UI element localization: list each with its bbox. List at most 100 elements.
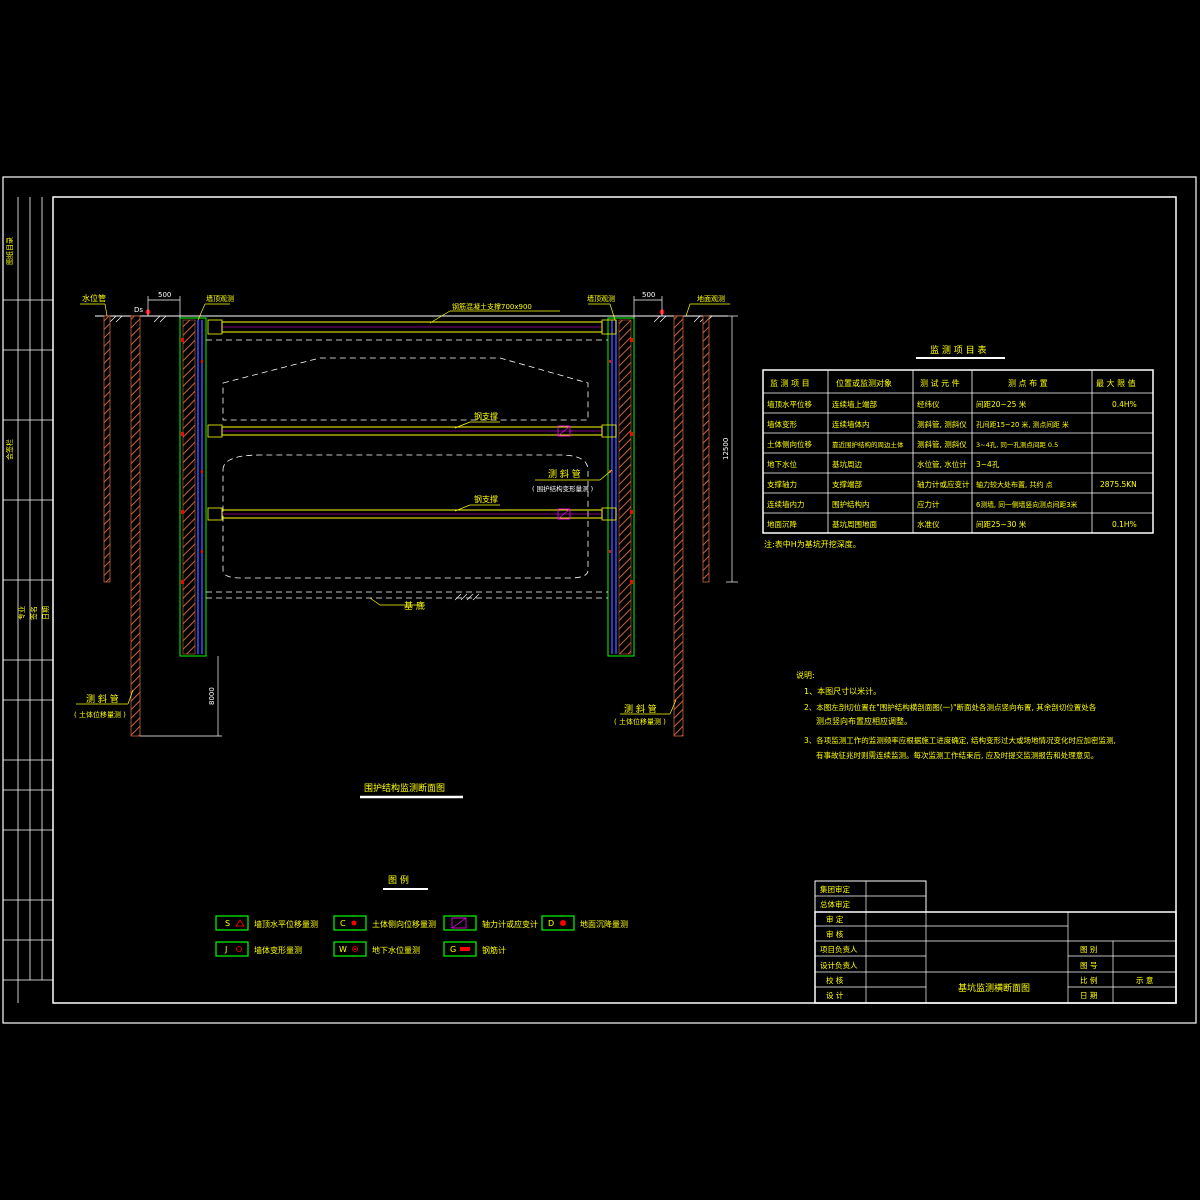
section-caption: 围护结构监测断面图 <box>364 782 445 794</box>
notes-line-5: 有事故征兆时则需连续监测。每次监测工作结束后, 应及时提交监测报告和处理意见。 <box>816 750 1098 760</box>
legend: S 墙顶水平位移量测 C 土体侧向位移量测 轴力计或应变计 D 地面沉降量测 J… <box>215 915 628 957</box>
table-cell: 连续墙上端部 <box>832 399 877 409</box>
tb-row-lead: 设计负责人 <box>820 960 858 970</box>
table-header: 监 测 项 目 位置或监测对象 测 试 元 件 测 点 布 置 最 大 限 值 <box>770 378 1136 388</box>
label-concrete-support: 钢筋混凝土支撑700x900 <box>452 302 532 311</box>
label-steel-support-1: 钢支撑 <box>474 411 498 421</box>
tb-row-review: 集团审定 <box>820 884 850 894</box>
legend-code-j: J <box>224 945 227 954</box>
sidebar-text-3: 签名 <box>29 606 38 620</box>
table-body: 墙顶水平位移 连续墙上端部 经纬仪 间距20~25 米 0.4H% 墙体变形 连… <box>767 399 1137 529</box>
table-cell: 地下水位 <box>767 459 797 469</box>
label-water-pipe: 水位管 <box>82 293 106 303</box>
notes-line-1: 1、本图尺寸以米计。 <box>804 686 881 696</box>
legend-label-0: 墙顶水平位移量测 <box>254 919 318 929</box>
table-cell: 6测墙, 同一侧墙竖向测点间距3米 <box>976 500 1078 509</box>
tb-row-check: 审 核 <box>826 929 844 939</box>
label-steel-support-2: 钢支撑 <box>474 494 498 504</box>
table-cell: 基坑周边 <box>832 459 862 469</box>
tb-field-number: 图 号 <box>1080 961 1097 970</box>
notes-line-3: 测点竖向布置应相应调整。 <box>816 716 912 726</box>
label-inclinometer-note: ( 围护结构变形量测 ) <box>532 484 593 493</box>
tb-scale-value: 示 意 <box>1136 975 1153 985</box>
table-cell: 墙体变形 <box>767 419 797 429</box>
th-layout: 测 点 布 置 <box>1008 378 1048 388</box>
th-location: 位置或监测对象 <box>836 378 892 388</box>
water-level-pipe-right <box>702 315 710 583</box>
table-cell: 0.4H% <box>1112 400 1137 409</box>
cross-section <box>76 296 738 737</box>
label-right-pipe-note: ( 土体位移量测 ) <box>614 717 666 726</box>
table-cell: 土体侧向位移 <box>767 439 812 449</box>
table-cell: 间距20~25 米 <box>976 399 1027 409</box>
table-cell: 测斜管, 测斜仪 <box>917 439 967 449</box>
legend-title: 图 例 <box>388 874 409 886</box>
th-element: 测 试 元 件 <box>920 378 960 388</box>
table-cell: 测斜管, 测斜仪 <box>917 419 967 429</box>
legend-code-w: W <box>339 945 347 954</box>
label-wall-top-left: 墙顶观测 <box>206 294 234 303</box>
table-cell: 地面沉降 <box>767 519 797 529</box>
table-cell: 轴力计或应变计 <box>917 479 970 489</box>
tb-row-checker: 校 核 <box>826 975 844 985</box>
legend-code-d: D <box>548 919 554 928</box>
legend-label-1: 土体侧向位移量测 <box>372 919 436 929</box>
table-cell: 水准仪 <box>917 519 940 529</box>
table-cell: 2875.5KN <box>1100 480 1137 489</box>
table-cell: 水位管, 水位计 <box>917 459 967 469</box>
label-wall-top-right: 墙顶观测 <box>587 294 615 303</box>
dim-12500: 12500 <box>722 438 730 460</box>
monitoring-table <box>762 369 1154 534</box>
left-sidebar <box>3 197 53 1003</box>
legend-code-c: C <box>340 919 346 928</box>
table-title: 监 测 项 目 表 <box>930 344 986 356</box>
table-cell: 连续墙体内 <box>832 419 870 429</box>
dim-500-left: 500 <box>158 291 171 299</box>
sidebar-text-2: 专业 <box>17 606 26 620</box>
tb-row-approve: 审 定 <box>826 914 844 924</box>
dim-8000: 8000 <box>208 687 216 705</box>
table-cell: 3~4孔 <box>976 460 1000 469</box>
sidebar-text-0: 图纸目录 <box>5 237 14 265</box>
table-note: 注:表中H为基坑开挖深度。 <box>764 539 861 549</box>
table-cell: 连续墙内力 <box>767 499 805 509</box>
notes-line-4: 3、各项监测工作的监测频率应根据施工进度确定, 结构变形过大或场地情况变化时应加… <box>804 735 1116 745</box>
table-cell: 基坑周围地面 <box>832 519 877 529</box>
legend-code-s: S <box>225 919 230 928</box>
sidebar-text-1: 会签栏 <box>5 439 14 460</box>
table-cell: 3~4孔, 同一孔测点间距 0.5 <box>976 441 1058 449</box>
water-level-pipe-left <box>103 315 111 583</box>
th-item: 监 测 项 目 <box>770 378 810 388</box>
dim-500-right: 500 <box>642 291 655 299</box>
th-limit: 最 大 限 值 <box>1096 378 1136 388</box>
legend-label-4: 墙体变形量测 <box>254 945 302 955</box>
table-cell: 经纬仪 <box>917 399 940 409</box>
table-cell: 轴力较大处布置, 共约 点 <box>976 480 1053 489</box>
table-cell: 围护结构内 <box>832 499 870 509</box>
table-cell: 0.1H% <box>1112 520 1137 529</box>
label-left-pipe-note: ( 土体位移量测 ) <box>74 710 126 719</box>
legend-label-5: 地下水位量测 <box>372 945 420 955</box>
tb-field-scale: 比 例 <box>1080 975 1097 985</box>
table-cell: 应力计 <box>917 499 940 509</box>
notes-title: 说明: <box>796 670 815 680</box>
legend-label-6: 钢筋计 <box>482 945 506 955</box>
table-cell: 孔间距15~20 米, 测点间距 米 <box>976 420 1069 429</box>
soil-inclinometer-right <box>673 315 684 737</box>
label-pit-bottom: 基 底 <box>404 600 425 612</box>
notes: 说明: 1、本图尺寸以米计。 2、本图左剖切位置在"围护结构横剖面图(一)"断面… <box>796 670 1116 760</box>
soil-inclinometer-left <box>130 315 141 737</box>
drawing-title: 基坑监测横断面图 <box>958 982 1030 994</box>
label-right-pipe: 测 斜 管 <box>624 703 657 715</box>
legend-label-2: 轴力计或应变计 <box>482 919 538 929</box>
notes-line-2: 2、本图左剖切位置在"围护结构横剖面图(一)"断面处各测点竖向布置, 其余剖切位… <box>804 702 1097 712</box>
table-cell: 间距25~30 米 <box>976 519 1027 529</box>
table-cell: 靠近围护结构的周边土体 <box>832 440 904 449</box>
cad-drawing: 图纸目录 会签栏 专业 签名 日期 水位管 墙顶观测 钢筋混凝土支撑700x90… <box>2 176 1197 1024</box>
tb-field-sheet: 图 别 <box>1080 945 1097 954</box>
label-left-pipe: 测 斜 管 <box>86 693 119 705</box>
label-inclinometer: 测 斜 管 <box>548 468 581 480</box>
dim-ds: Ds <box>134 306 143 314</box>
tb-row-designer: 设 计 <box>826 990 844 1000</box>
tb-row-pm: 项目负责人 <box>820 944 858 954</box>
